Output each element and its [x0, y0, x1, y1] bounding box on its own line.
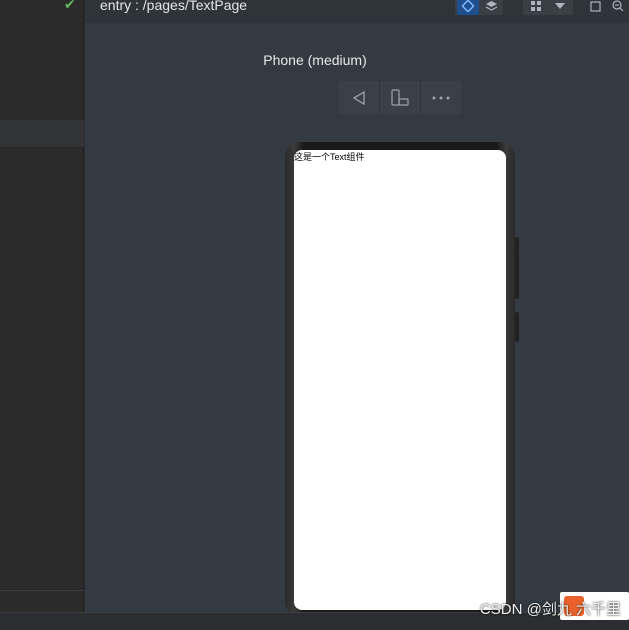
- text-component[interactable]: 这是一个Text组件: [294, 150, 365, 163]
- power-button: [515, 312, 519, 342]
- grid-icon[interactable]: [525, 0, 547, 15]
- inspector-icon[interactable]: [457, 0, 479, 15]
- previewer-toolbar: entry : /pages/TextPage: [85, 0, 629, 22]
- dropdown-icon[interactable]: [549, 0, 571, 15]
- device-name: Phone (medium): [263, 52, 367, 68]
- layers-icon[interactable]: [480, 0, 502, 15]
- rotate-icon[interactable]: [380, 81, 421, 114]
- check-icon: ✔: [64, 0, 76, 12]
- selected-row[interactable]: [0, 120, 84, 147]
- zoom-out-icon[interactable]: [607, 0, 629, 15]
- previewer: entry : /pages/TextPage Phone (medium) 这…: [85, 0, 629, 616]
- back-icon[interactable]: [339, 81, 380, 114]
- project-panel: ✔: [0, 0, 84, 630]
- page-path: entry : /pages/TextPage: [100, 0, 248, 13]
- volume-button: [515, 237, 519, 299]
- panel-divider: [0, 590, 84, 591]
- phone-frame: 这是一个Text组件: [285, 142, 519, 616]
- watermark: CSDN @剑九 六千里: [479, 601, 621, 618]
- frame-icon[interactable]: [584, 0, 606, 15]
- more-icon[interactable]: [421, 81, 461, 114]
- phone-screen[interactable]: 这是一个Text组件: [294, 150, 506, 610]
- device-controls: [339, 81, 461, 114]
- app-window: ✔ entry : /pages/TextPage Phone (medium)…: [0, 0, 629, 630]
